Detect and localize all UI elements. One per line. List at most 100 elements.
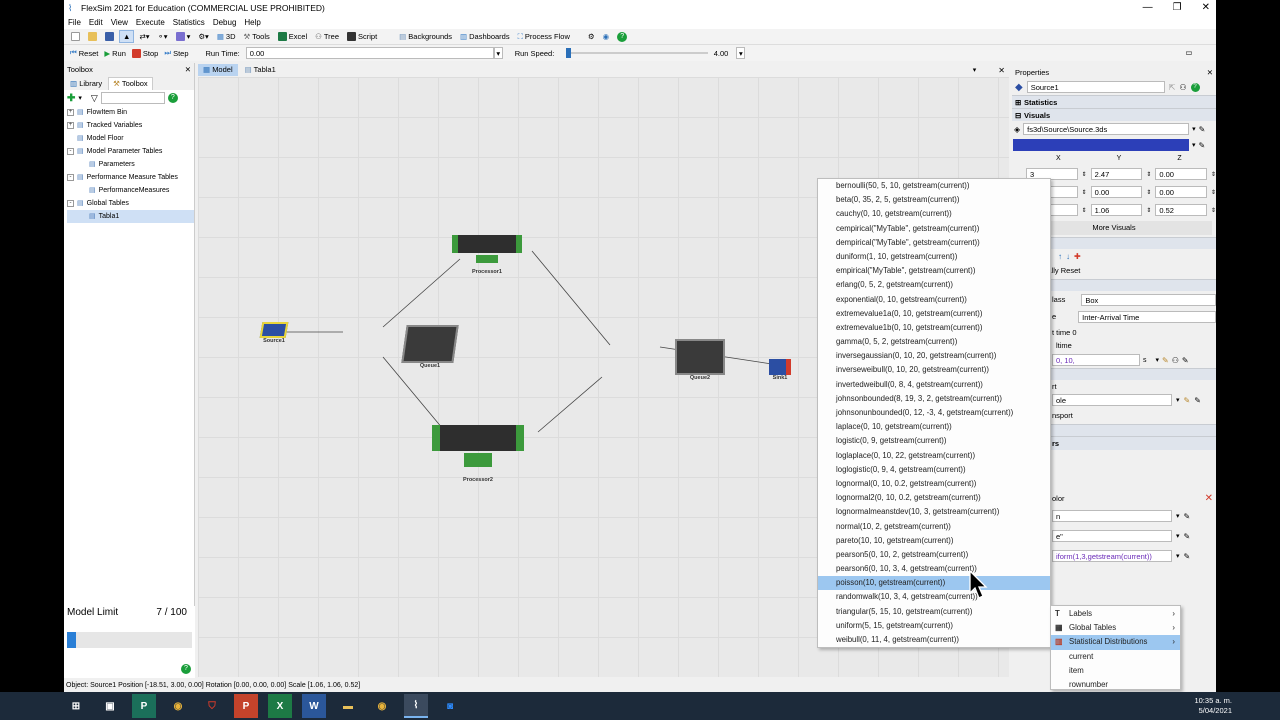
tab-library[interactable]: ▥ Library	[66, 78, 106, 90]
run-time-dropdown[interactable]: ▾	[493, 47, 503, 59]
arrival-code-field[interactable]: 0, 10, getstream(current);	[1052, 354, 1140, 376]
add-dropdown-icon[interactable]: ▾	[78, 94, 82, 102]
expand-toggle-icon[interactable]	[67, 135, 74, 142]
distribution-menu-item[interactable]: duniform(1, 10, getstream(current))	[818, 250, 1050, 264]
distribution-menu-item[interactable]: dempirical("MyTable", getstream(current)…	[818, 236, 1050, 250]
minimize-button[interactable]: —	[1143, 0, 1153, 16]
edit-icon[interactable]: ✎	[1162, 356, 1169, 365]
expand-toggle-icon[interactable]: -	[67, 174, 74, 181]
help-icon[interactable]: ?	[181, 664, 191, 674]
expand-toggle-icon[interactable]: +	[67, 122, 74, 129]
acrobat-icon[interactable]: ⛉	[200, 694, 224, 718]
spinner-icon[interactable]: ⇕	[1082, 171, 1087, 178]
statistics-section[interactable]: ⊞ Statistics	[1012, 95, 1216, 108]
eyedropper-icon[interactable]: ✎	[1184, 552, 1191, 561]
system-clock[interactable]: 10:35 a. m. 5/04/2021	[1194, 696, 1232, 716]
menu-statistics[interactable]: Statistics	[173, 16, 205, 29]
menu-view[interactable]: View	[111, 16, 128, 29]
dashboards-button[interactable]: ▥ Dashboards	[457, 30, 513, 43]
excel-icon[interactable]: X	[268, 694, 292, 718]
distribution-menu-item[interactable]: extremevalue1b(0, 10, getstream(current)…	[818, 321, 1050, 335]
step-button[interactable]: ⏭ Step	[161, 47, 191, 60]
mode-field[interactable]: Inter-Arrival Time	[1078, 310, 1216, 323]
distribution-menu-item[interactable]: randomwalk(10, 3, 4, getstream(current))	[818, 590, 1050, 604]
distribution-menu-item[interactable]: bernoulli(50, 5, 10, getstream(current))	[818, 179, 1050, 193]
help-icon[interactable]: ?	[614, 30, 630, 43]
tree-item[interactable]: ▤ Model Floor	[67, 132, 194, 145]
panel-toggle-icon[interactable]: ▭	[1185, 47, 1196, 59]
dropdown-icon[interactable]: ▾	[1176, 532, 1180, 540]
shapes-icon[interactable]: ⚬▾	[155, 30, 171, 43]
distribution-menu-item[interactable]: loglogistic(0, 9, 4, getstream(current))	[818, 463, 1050, 477]
open-icon[interactable]	[85, 30, 100, 43]
spinner-icon[interactable]: ⇕	[1211, 207, 1216, 214]
tree-item[interactable]: ▤ Parameters	[67, 158, 194, 171]
new-icon[interactable]	[68, 30, 83, 43]
dropdown-icon[interactable]: ▾	[1176, 396, 1180, 404]
eyedropper-icon[interactable]: ✎	[1194, 396, 1201, 405]
pos-y-field[interactable]: 2.47	[1090, 168, 1143, 180]
project-icon[interactable]: P	[132, 694, 156, 718]
distribution-menu-item[interactable]: empirical("MyTable", getstream(current))	[818, 264, 1050, 278]
spinner-icon[interactable]: ⇕	[1211, 189, 1216, 196]
distribution-menu-item[interactable]: logistic(0, 9, getstream(current))	[818, 434, 1050, 448]
run-speed-dropdown[interactable]: ▾	[736, 47, 746, 59]
submenu-item-global-tables[interactable]: ▦ Global Tables ›	[1051, 621, 1180, 635]
dropdown-icon[interactable]: ▾	[1176, 552, 1180, 560]
connect-icon[interactable]: ⇄▾	[136, 30, 152, 43]
file-explorer-icon[interactable]: ▬	[336, 694, 360, 718]
distribution-menu-item[interactable]: invertedweibull(0, 8, 4, getstream(curre…	[818, 378, 1050, 392]
spinner-icon[interactable]: ⇕	[1211, 171, 1216, 178]
run-speed-slider[interactable]	[566, 47, 709, 59]
rot-z-field[interactable]: 0.00	[1155, 186, 1207, 198]
chrome-icon[interactable]: ◉	[370, 694, 394, 718]
processor2-object[interactable]: Processor2	[428, 425, 528, 483]
tree-view-icon[interactable]: ⚇	[1179, 83, 1186, 92]
spinner-icon[interactable]: ⇕	[1146, 189, 1151, 196]
spinner-icon[interactable]: ⇕	[1082, 189, 1087, 196]
color-dropdown-icon[interactable]: ▾	[1192, 141, 1196, 149]
eyedropper-icon[interactable]: ✎	[1182, 356, 1189, 365]
view-icon[interactable]: ⚙▾	[195, 30, 212, 43]
distribution-menu-item[interactable]: lognormal(0, 10, 0.2, getstream(current)…	[818, 477, 1050, 491]
distribution-menu-item[interactable]: inversegaussian(0, 10, 20, getstream(cur…	[818, 349, 1050, 363]
submenu-item-statistical-distributions[interactable]: ▥ Statistical Distributions ›	[1051, 635, 1180, 650]
shape-dropdown-icon[interactable]: ▾	[1192, 125, 1196, 133]
distribution-menu-item[interactable]: pareto(10, 10, getstream(current))	[818, 534, 1050, 548]
submenu-item-labels[interactable]: T Labels ›	[1051, 607, 1180, 621]
expand-toggle-icon[interactable]: -	[67, 200, 74, 207]
distribution-menu-item[interactable]: loglaplace(0, 10, 22, getstream(current)…	[818, 449, 1050, 463]
tab-model[interactable]: ▦ Model	[198, 64, 238, 76]
distribution-menu-item[interactable]: normal(10, 2, getstream(current))	[818, 520, 1050, 534]
filter-icon[interactable]: ▽	[91, 93, 98, 104]
distribution-menu-item[interactable]: laplace(0, 10, getstream(current))	[818, 420, 1050, 434]
distribution-menu-item[interactable]: cauchy(0, 10, getstream(current))	[818, 207, 1050, 221]
expand-toggle-icon[interactable]	[79, 187, 86, 194]
restore-button[interactable]: ❐	[1173, 0, 1182, 16]
distribution-menu-item[interactable]: erlang(0, 5, 2, getstream(current))	[818, 278, 1050, 292]
tab-list-icon[interactable]: ▾	[973, 66, 977, 74]
distribution-menu-item[interactable]: pearson5(0, 10, 2, getstream(current))	[818, 548, 1050, 562]
menu-file[interactable]: File	[68, 16, 81, 29]
scale-z-field[interactable]: 0.52	[1155, 204, 1207, 216]
eyedropper-icon[interactable]: ✎	[1184, 512, 1191, 521]
powerpoint-icon[interactable]: P	[234, 694, 258, 718]
flexsim-icon[interactable]: ⌇	[404, 694, 428, 718]
eyedropper-icon[interactable]: ✎	[1199, 125, 1206, 134]
reset-button[interactable]: ⏮ Reset	[67, 47, 101, 60]
slider-thumb[interactable]	[566, 48, 572, 58]
close-toolbox-icon[interactable]: ✕	[185, 63, 191, 76]
select-mode-icon[interactable]: ▲	[119, 30, 135, 43]
port-field[interactable]: ole	[1052, 394, 1172, 406]
close-button[interactable]: ✕	[1202, 0, 1210, 16]
menu-edit[interactable]: Edit	[89, 16, 103, 29]
distribution-menu-item[interactable]: extremevalue1a(0, 10, getstream(current)…	[818, 307, 1050, 321]
expand-toggle-icon[interactable]: -	[67, 148, 74, 155]
close-properties-icon[interactable]: ✕	[1207, 66, 1213, 79]
queue2-object[interactable]: Queue2	[668, 339, 732, 381]
arrow-up-icon[interactable]: ↑	[1058, 252, 1062, 261]
tab-tabla1[interactable]: ▤ Tabla1	[240, 64, 281, 76]
distribution-menu-item[interactable]: lognormal2(0, 10, 0.2, getstream(current…	[818, 491, 1050, 505]
submenu-item-item[interactable]: item	[1051, 664, 1180, 678]
color-icon[interactable]: ▾	[173, 30, 194, 43]
